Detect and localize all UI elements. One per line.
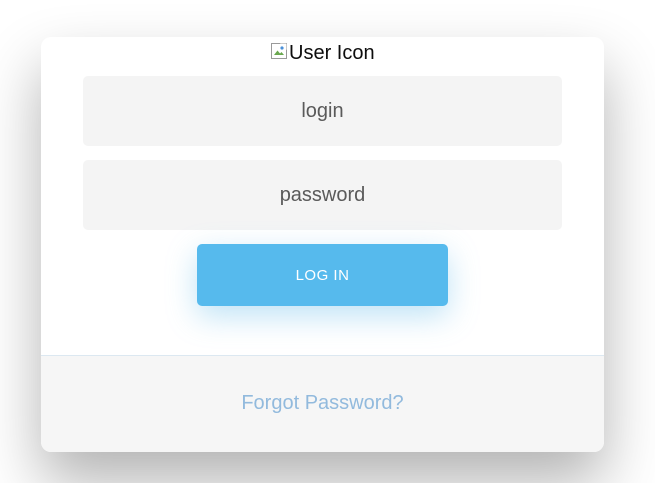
forgot-password-link[interactable]: Forgot Password? [241, 392, 403, 415]
login-button[interactable]: LOG IN [197, 244, 448, 306]
login-page: User Icon LOG IN Forgot Password? [0, 0, 655, 483]
login-input[interactable] [83, 76, 562, 146]
broken-image-icon [271, 42, 287, 59]
user-icon-alt-text: User Icon [289, 41, 375, 64]
user-icon: User Icon [271, 40, 375, 66]
card-footer: Forgot Password? [41, 355, 604, 452]
password-input[interactable] [83, 160, 562, 230]
login-card: User Icon LOG IN Forgot Password? [41, 37, 604, 452]
